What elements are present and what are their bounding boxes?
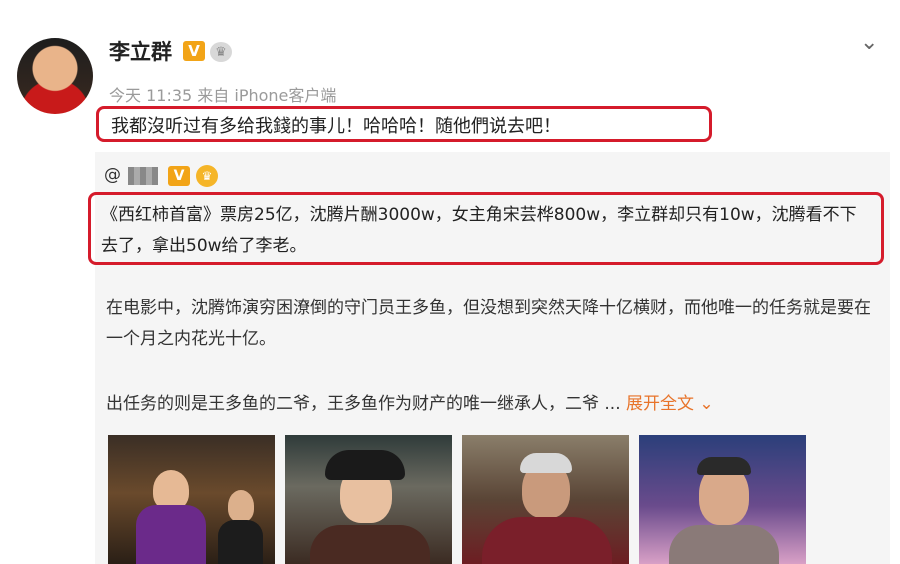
thumbnail-image-2[interactable] [285, 435, 452, 564]
post-source: 来自 iPhone客户端 [197, 86, 337, 105]
post-meta: 今天 11:35 来自 iPhone客户端 [109, 82, 336, 106]
repost-verified-badge-icon: V [168, 166, 190, 186]
thumbnail-image-1[interactable] [108, 435, 275, 564]
author-name[interactable]: 李立群 [109, 36, 172, 66]
crown-icon: ♛ [210, 42, 232, 62]
verified-badge-icon: V [183, 41, 205, 61]
thumbnail-image-3[interactable] [462, 435, 629, 564]
expand-full-text-link[interactable]: 展开全文 ⌄ [626, 394, 714, 414]
thumbnail-image-4[interactable] [639, 435, 806, 564]
repost-crown-icon: ♛ [196, 165, 218, 187]
repost-paragraph-2: 出任务的则是王多鱼的二爷，王多鱼作为财产的唯一继承人，二爷 ... 展开全文 ⌄ [106, 389, 886, 420]
chevron-down-icon[interactable]: ⌄ [860, 30, 878, 55]
repost-user-prefix[interactable]: @ [104, 165, 121, 185]
repost-highlight-text: 《西红柿首富》票房25亿，沈腾片酬3000w，女主角宋芸桦800w，李立群却只有… [88, 192, 884, 265]
avatar[interactable] [17, 38, 93, 114]
post-text: 我都沒听过有多给我錢的事儿！哈哈哈！随他們说去吧！ [96, 106, 712, 142]
repost-paragraph-1: 在电影中，沈腾饰演穷困潦倒的守门员王多鱼，但没想到突然天降十亿横财，而他唯一的任… [106, 298, 871, 349]
blurred-username[interactable] [128, 167, 158, 185]
post-time: 今天 11:35 [109, 86, 193, 105]
repost-paragraph-2-text: 出任务的则是王多鱼的二爷，王多鱼作为财产的唯一继承人，二爷 ... [106, 394, 627, 414]
